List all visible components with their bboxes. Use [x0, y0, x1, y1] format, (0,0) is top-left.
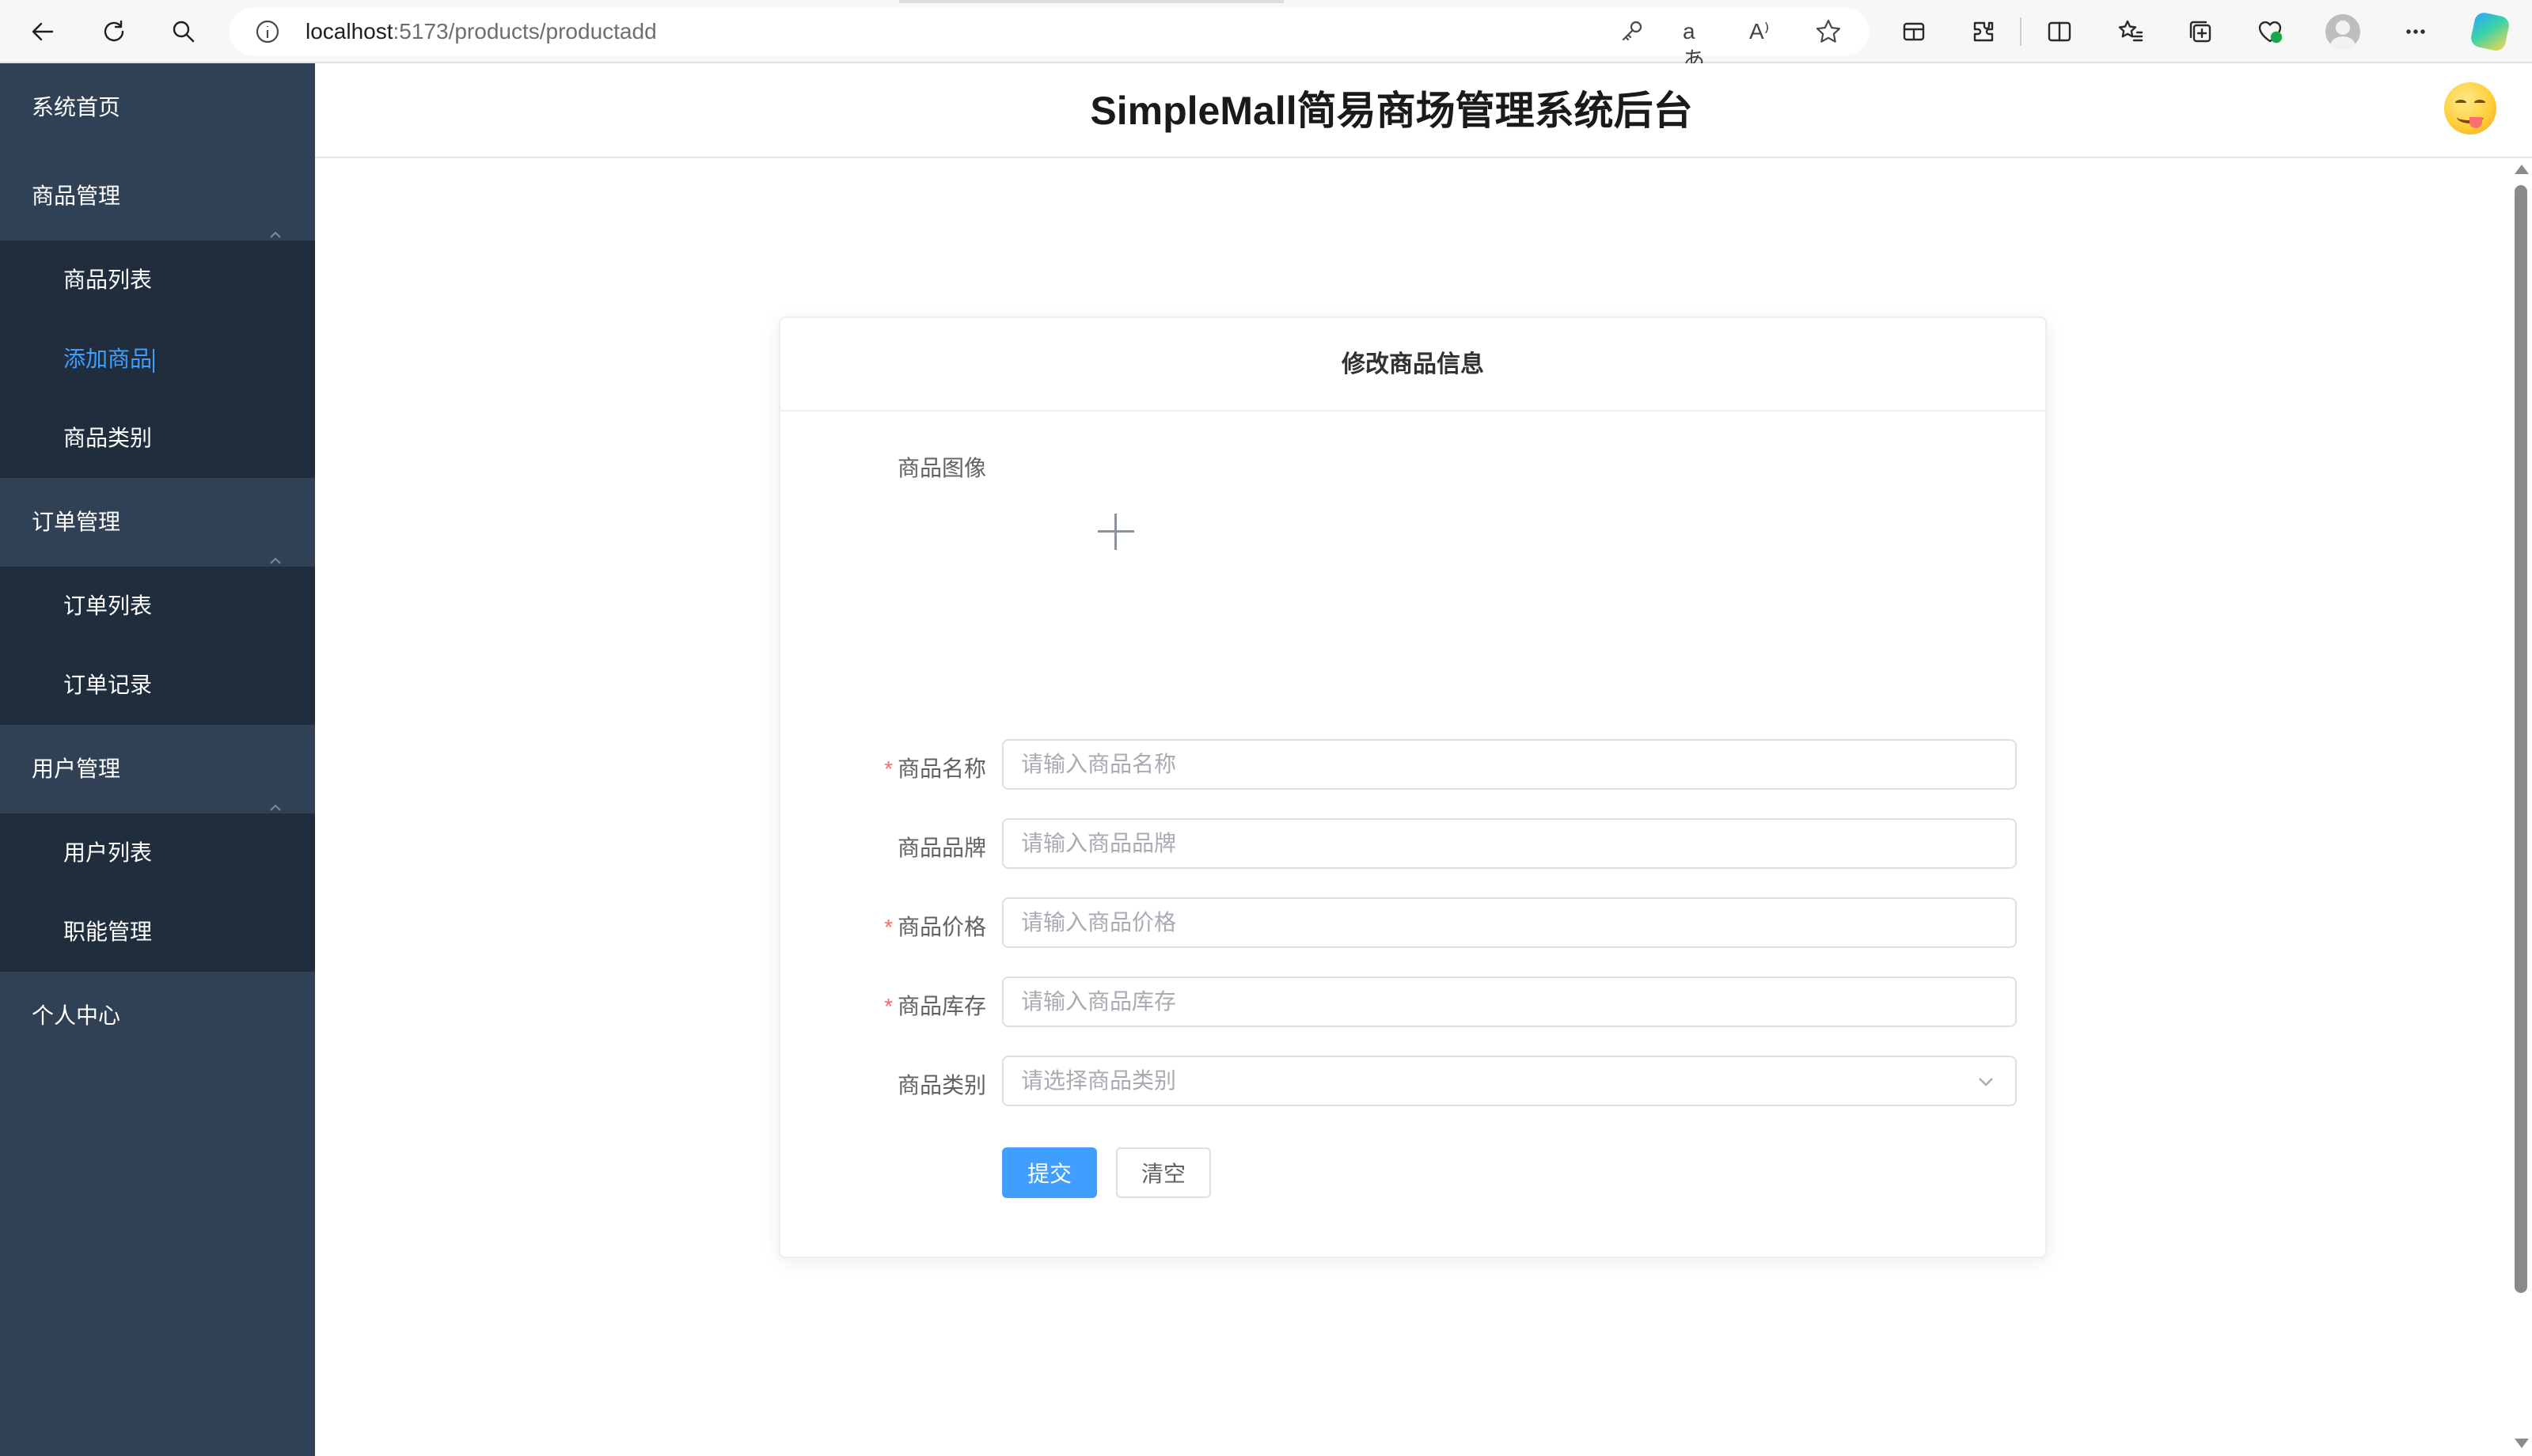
- split-screen-icon[interactable]: [2037, 9, 2082, 54]
- category-select-input[interactable]: [1004, 1057, 2015, 1105]
- text-cursor: [153, 348, 155, 373]
- address-url[interactable]: localhost:5173/products/productadd: [306, 8, 657, 55]
- menu-home-label: 系统首页: [32, 95, 121, 119]
- name-label-text: 商品名称: [897, 756, 986, 781]
- price-label: * 商品价格: [884, 910, 986, 942]
- sidebar-item-user-list[interactable]: 用户列表: [0, 813, 315, 893]
- submenu-products: 商品列表 添加商品 商品类别: [0, 241, 315, 478]
- profile-avatar-icon[interactable]: [2325, 14, 2360, 49]
- name-field[interactable]: [1002, 739, 2017, 790]
- sidebar-item-label: 订单记录: [63, 673, 153, 697]
- menu-profile[interactable]: 个人中心: [0, 972, 315, 1060]
- brand-label-text: 商品品牌: [897, 836, 986, 860]
- sidebar-item-label: 商品类别: [63, 426, 153, 450]
- name-input[interactable]: [1004, 741, 2015, 788]
- submenu-orders: 订单列表 订单记录: [0, 567, 315, 725]
- brand-field[interactable]: [1002, 818, 2017, 869]
- brand-label: 商品品牌: [898, 831, 986, 863]
- avatar-tongue: [2469, 117, 2482, 128]
- more-icon[interactable]: [2393, 9, 2438, 54]
- sidebar-item-order-list[interactable]: 订单列表: [0, 567, 315, 646]
- extensions-icon[interactable]: [1961, 9, 2006, 54]
- collections-icon[interactable]: [2178, 9, 2223, 54]
- sidebar-item-label: 职能管理: [63, 919, 153, 944]
- sidebar-item-order-records[interactable]: 订单记录: [0, 646, 315, 725]
- stock-label: * 商品库存: [884, 989, 986, 1021]
- toolbar-divider: [2020, 17, 2021, 46]
- sidebar-item-product-category[interactable]: 商品类别: [0, 399, 315, 478]
- required-mark: *: [884, 915, 893, 939]
- chevron-down-icon: [1977, 1073, 1995, 1090]
- sidebar-item-roles[interactable]: 职能管理: [0, 893, 315, 972]
- stock-input[interactable]: [1004, 978, 2015, 1026]
- required-mark: *: [884, 756, 893, 781]
- avatar-eye: [2474, 100, 2485, 106]
- sidebar: 系统首页 商品管理 商品列表 添加商品 商品类别 订单管理 订单列表 订单记录 …: [0, 63, 315, 1456]
- sidebar-item-product-list[interactable]: 商品列表: [0, 241, 315, 320]
- menu-orders-label: 订单管理: [32, 510, 121, 534]
- url-path: :5173/products/productadd: [393, 19, 657, 44]
- required-mark: *: [884, 994, 893, 1018]
- page-title: SimpleMall简易商场管理系统后台: [1090, 89, 1693, 133]
- translate-icon[interactable]: aあ: [1683, 17, 1711, 72]
- stock-label-text: 商品库存: [897, 994, 986, 1018]
- page-header: SimpleMall简易商场管理系统后台: [315, 63, 2532, 158]
- read-aloud-glyph: A⁾: [1749, 19, 1770, 44]
- edit-product-card: 修改商品信息 商品图像 *商品名称 商品品牌 *商品价格 *商品库存 商品类别 …: [779, 317, 2047, 1258]
- chevron-up-icon: [269, 190, 282, 238]
- user-avatar-icon[interactable]: [2444, 82, 2496, 135]
- category-label: 商品类别: [898, 1068, 986, 1100]
- sidebar-item-add-product[interactable]: 添加商品: [0, 320, 315, 399]
- favorite-star-icon[interactable]: [1814, 17, 1843, 46]
- menu-products-label: 商品管理: [32, 184, 121, 208]
- copilot-icon[interactable]: [2469, 10, 2511, 53]
- browser-essentials-icon[interactable]: [2248, 9, 2292, 54]
- menu-products[interactable]: 商品管理: [0, 152, 315, 241]
- brand-input[interactable]: [1004, 820, 2015, 867]
- url-host: localhost: [306, 19, 393, 44]
- submenu-users: 用户列表 职能管理: [0, 813, 315, 972]
- page-scrollbar[interactable]: [2509, 158, 2532, 1456]
- read-aloud-icon[interactable]: A⁾: [1749, 17, 1778, 46]
- sidebar-item-label: 商品列表: [63, 267, 153, 292]
- menu-profile-label: 个人中心: [32, 1003, 121, 1028]
- avatar-eye: [2455, 100, 2466, 106]
- back-arrow-icon[interactable]: [21, 9, 65, 54]
- stock-field[interactable]: [1002, 976, 2017, 1027]
- price-label-text: 商品价格: [897, 915, 986, 939]
- image-label-text: 商品图像: [897, 456, 986, 480]
- price-field[interactable]: [1002, 897, 2017, 948]
- scroll-up-arrow-icon[interactable]: [2515, 165, 2529, 174]
- name-label: * 商品名称: [884, 752, 986, 783]
- menu-orders[interactable]: 订单管理: [0, 478, 315, 567]
- price-input[interactable]: [1004, 899, 2015, 946]
- app-icon[interactable]: [1892, 9, 1936, 54]
- card-title: 修改商品信息: [780, 318, 2045, 411]
- reload-icon[interactable]: [92, 9, 136, 54]
- browser-toolbar: localhost:5173/products/productadd aあ A⁾: [0, 0, 2532, 72]
- chevron-up-icon: [269, 763, 282, 811]
- sidebar-item-label: 订单列表: [63, 593, 153, 618]
- clear-button[interactable]: 清空: [1116, 1147, 1211, 1198]
- submit-button[interactable]: 提交: [1002, 1147, 1097, 1198]
- category-select[interactable]: [1002, 1056, 2017, 1106]
- menu-users[interactable]: 用户管理: [0, 725, 315, 813]
- sidebar-item-label: 用户列表: [63, 840, 153, 865]
- key-icon[interactable]: [1618, 17, 1646, 46]
- site-info-icon[interactable]: [253, 17, 282, 46]
- chevron-up-icon: [269, 516, 282, 564]
- favorites-icon[interactable]: [2109, 9, 2153, 54]
- scroll-thumb[interactable]: [2515, 185, 2527, 1293]
- image-label: 商品图像: [898, 451, 986, 483]
- menu-users-label: 用户管理: [32, 756, 121, 781]
- search-icon[interactable]: [161, 9, 206, 54]
- menu-home[interactable]: 系统首页: [0, 63, 315, 152]
- plus-icon-vertical: [1114, 514, 1117, 550]
- image-upload-area[interactable]: [1002, 418, 1232, 647]
- tab-strip-edge: [899, 0, 1284, 3]
- scroll-down-arrow-icon[interactable]: [2515, 1439, 2529, 1448]
- sidebar-item-label: 添加商品: [63, 347, 153, 371]
- category-label-text: 商品类别: [897, 1073, 986, 1098]
- address-bar[interactable]: localhost:5173/products/productadd aあ A⁾: [230, 8, 1870, 72]
